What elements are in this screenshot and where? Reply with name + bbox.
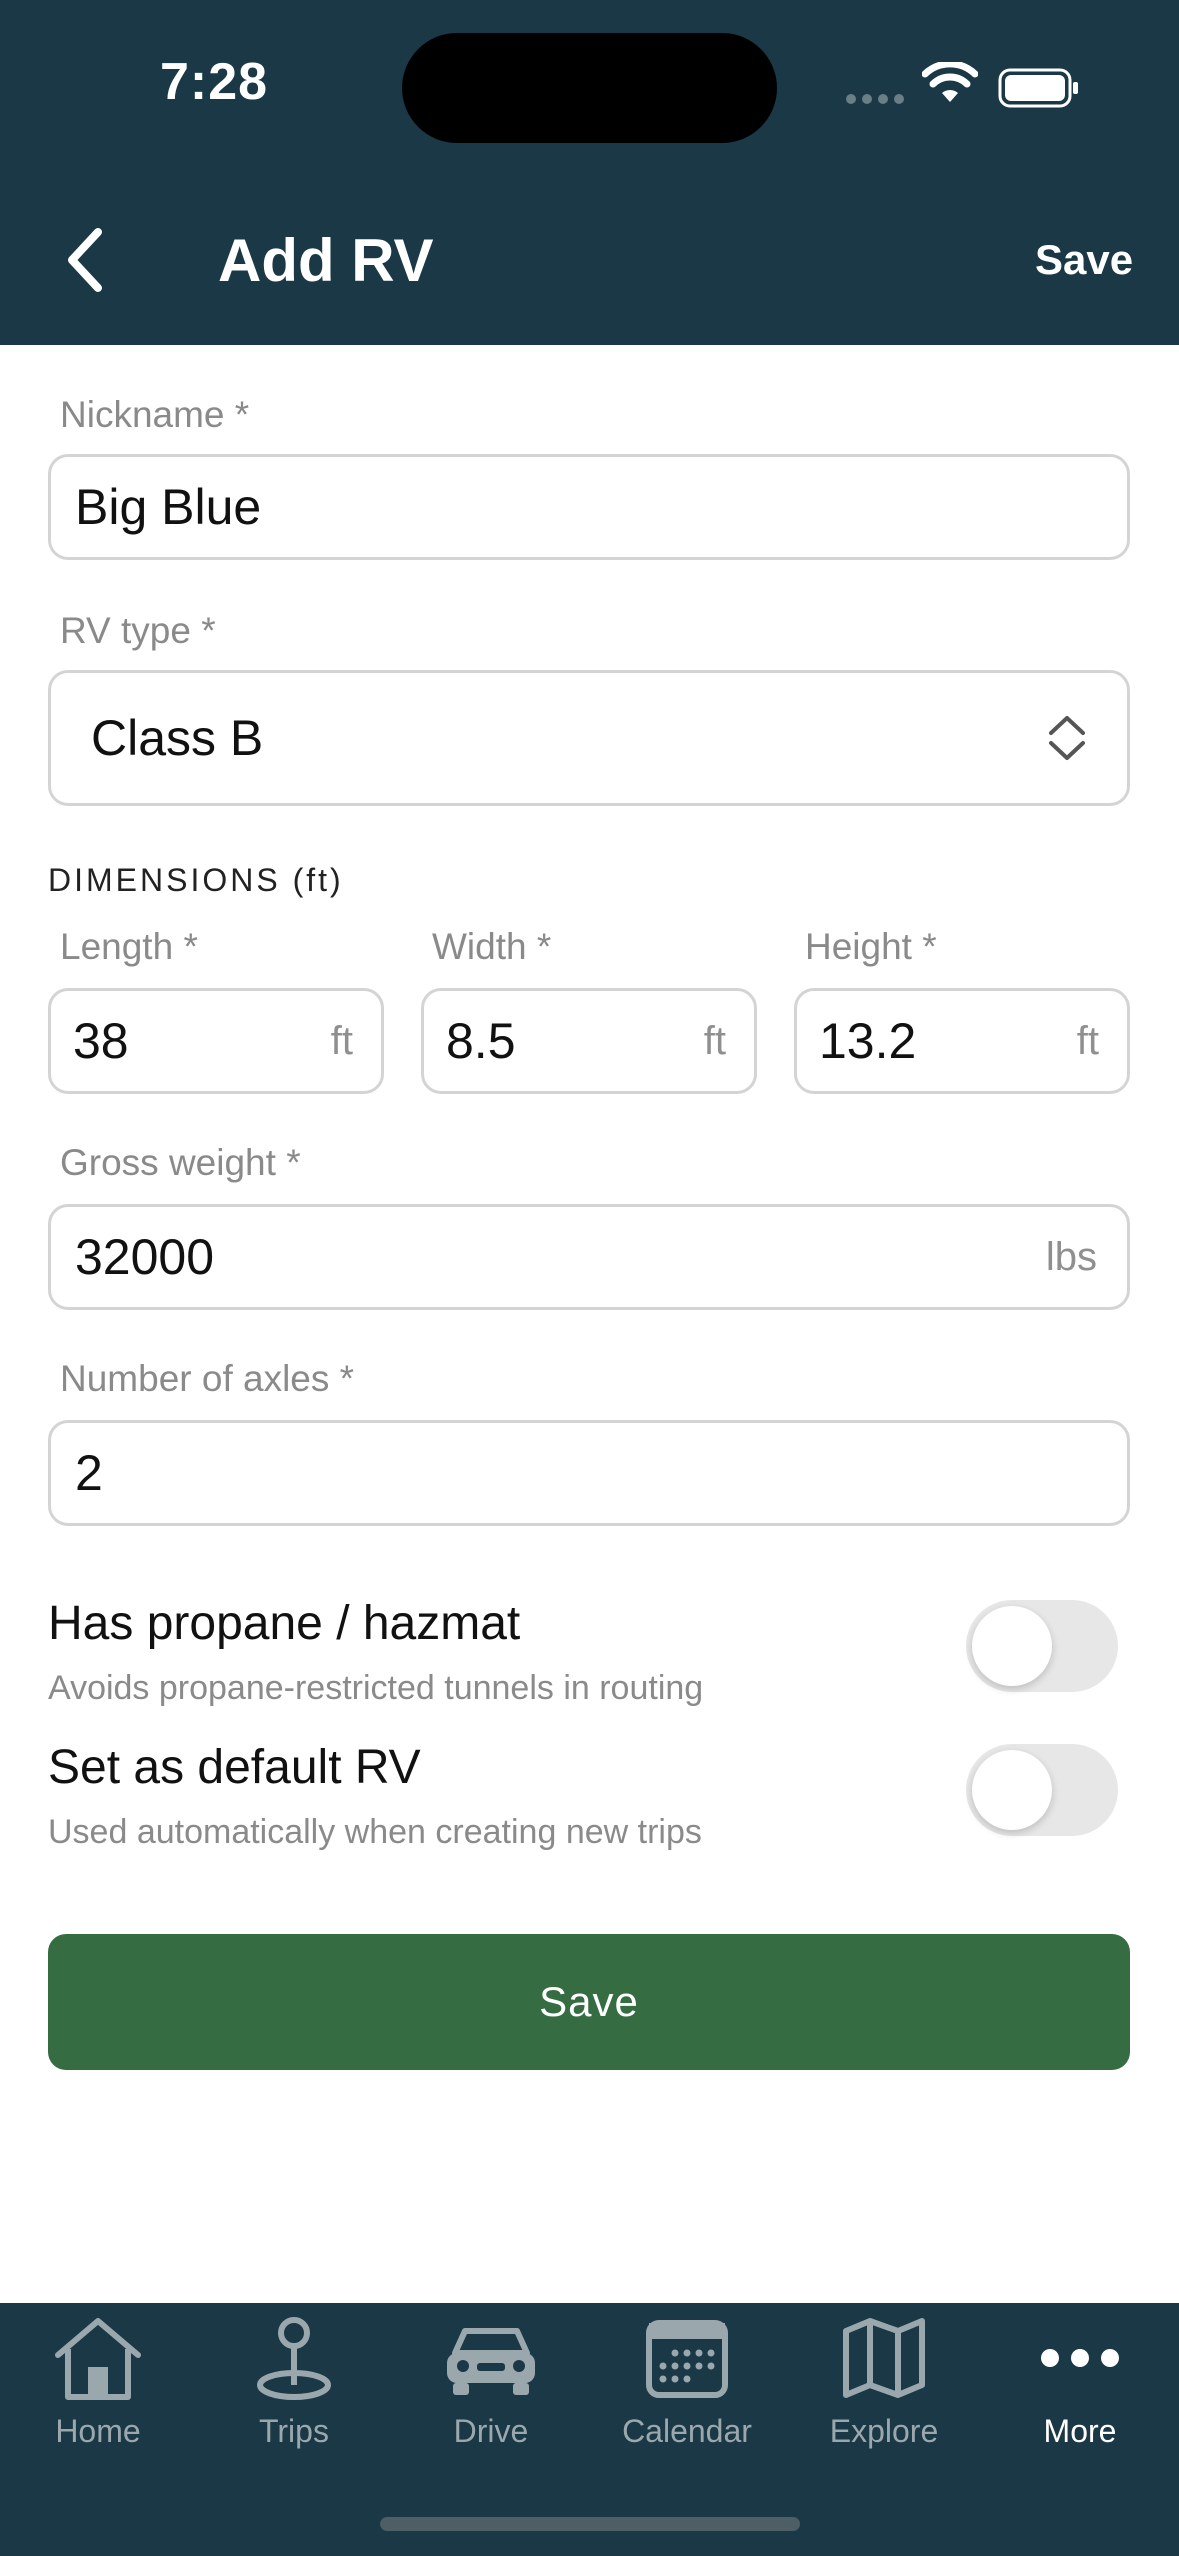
nickname-value: Big Blue [75, 479, 262, 535]
gross-weight-field[interactable]: 32000 lbs [48, 1204, 1130, 1310]
propane-switch[interactable] [966, 1600, 1118, 1692]
propane-subtitle: Avoids propane-restricted tunnels in rou… [48, 1669, 704, 1707]
rv-type-label: RV type * [60, 610, 216, 651]
tab-drive-label: Drive [453, 2413, 529, 2449]
width-field[interactable]: 8.5 ft [421, 988, 757, 1094]
nickname-field[interactable]: Big Blue [48, 454, 1130, 560]
propane-toggle-row: Has propane / hazmat Avoids propane-rest… [48, 1596, 1130, 1708]
back-chevron-icon[interactable] [58, 222, 118, 298]
dimensions-section-title: DIMENSIONS (ft) [48, 862, 344, 898]
tab-trips-label: Trips [259, 2413, 329, 2449]
width-value: 8.5 [446, 1013, 516, 1069]
default-rv-toggle-row: Set as default RV Used automatically whe… [48, 1740, 1130, 1852]
default-rv-subtitle: Used automatically when creating new tri… [48, 1813, 702, 1851]
rv-type-select[interactable]: Class B [48, 670, 1130, 806]
height-field[interactable]: 13.2 ft [794, 988, 1130, 1094]
gross-weight-label: Gross weight * [60, 1142, 301, 1183]
rv-type-value: Class B [91, 710, 264, 766]
length-unit: ft [330, 1018, 353, 1063]
axles-label: Number of axles * [60, 1358, 355, 1399]
height-label: Height * [805, 926, 937, 967]
nickname-label: Nickname * [60, 394, 250, 435]
tab-explore-label: Explore [829, 2413, 939, 2449]
switch-knob [972, 1750, 1052, 1830]
tab-calendar-label: Calendar [622, 2413, 752, 2449]
location-pin-icon [257, 2317, 331, 2400]
dynamic-island [402, 33, 777, 143]
map-icon [843, 2318, 925, 2398]
width-unit: ft [703, 1018, 726, 1063]
battery-icon [998, 68, 1078, 108]
cellular-signal-icon [846, 94, 904, 104]
axles-field[interactable]: 2 [48, 1420, 1130, 1526]
chevron-up-down-icon [1049, 716, 1085, 760]
default-rv-switch[interactable] [966, 1744, 1118, 1836]
header-save-button[interactable]: Save [1035, 236, 1133, 284]
status-time: 7:28 [160, 53, 269, 111]
tab-home[interactable]: Home [13, 2313, 183, 2463]
tab-calendar[interactable]: Calendar [602, 2313, 772, 2463]
car-icon [447, 2328, 535, 2395]
gross-weight-value: 32000 [75, 1229, 215, 1285]
height-unit: ft [1076, 1018, 1099, 1063]
tab-trips[interactable]: Trips [209, 2313, 379, 2463]
tab-drive[interactable]: Drive [406, 2313, 576, 2463]
save-button[interactable]: Save [48, 1934, 1130, 2070]
calendar-icon [646, 2320, 728, 2398]
header: 7:28 Add RV Save [0, 0, 1179, 345]
tab-explore[interactable]: Explore [799, 2313, 969, 2463]
length-label: Length * [60, 926, 198, 967]
add-rv-screen: 7:28 Add RV Save Nickname * Big Blue RV … [0, 0, 1179, 2556]
switch-knob [972, 1606, 1052, 1686]
tab-home-label: Home [55, 2413, 141, 2449]
page-title: Add RV [218, 227, 434, 294]
width-label: Width * [432, 926, 552, 967]
length-field[interactable]: 38 ft [48, 988, 384, 1094]
axles-value: 2 [75, 1445, 103, 1501]
home-icon [55, 2318, 141, 2400]
home-indicator [380, 2517, 800, 2531]
gross-weight-unit: lbs [1045, 1234, 1097, 1279]
length-value: 38 [73, 1013, 129, 1069]
more-dots-icon [1041, 2349, 1119, 2367]
tab-more-label: More [1043, 2413, 1117, 2449]
height-value: 13.2 [819, 1013, 917, 1069]
tab-more[interactable]: More [995, 2313, 1165, 2463]
wifi-icon [922, 62, 978, 102]
